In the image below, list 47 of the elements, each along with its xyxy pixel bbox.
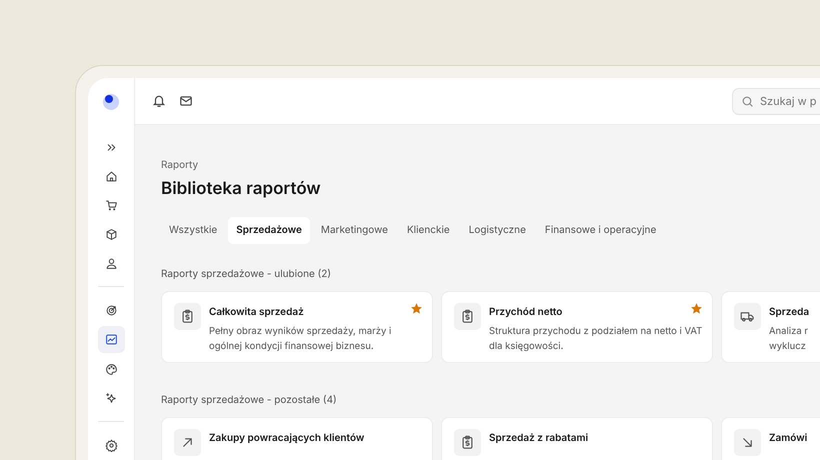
- tab[interactable]: Marketingowe: [312, 216, 396, 244]
- card-title: Sprzeda: [769, 304, 810, 320]
- card-title: Całkowita sprzedaż: [209, 304, 304, 320]
- box-icon: [104, 228, 118, 240]
- tab[interactable]: Klienckie: [398, 216, 458, 244]
- breadcrumb[interactable]: Raporty: [161, 158, 198, 173]
- card-description: wyklucz: [769, 340, 807, 354]
- search-input[interactable]: Szukaj w p: [760, 93, 820, 110]
- palette-icon: [104, 362, 118, 376]
- page-title: Biblioteka raportów: [161, 178, 321, 201]
- section-heading: Raporty sprzedażowe - ulubione (2): [161, 266, 332, 282]
- mail-icon[interactable]: [179, 94, 193, 108]
- cart-icon: [104, 198, 118, 212]
- report-card[interactable]: Przychód netto Struktura przychodu z podziałem na netto i VAT dla księgowości.: [441, 290, 713, 362]
- section-heading: Raporty sprzedażowe - pozostałe (4): [161, 392, 337, 408]
- report-card[interactable]: Całkowita sprzedaż Pełny obraz wyników sprzedaży, marży i ogólnej kondycji finansowej biznesu.: [161, 290, 433, 362]
- chart-icon: [104, 333, 118, 346]
- sidebar-item[interactable]: [98, 326, 124, 353]
- logo-icon: [102, 92, 120, 110]
- card-title: Przychód netto: [489, 304, 562, 320]
- home-icon: [104, 170, 118, 182]
- report-card[interactable]: Sprzedaż z rabatami: [441, 416, 713, 460]
- tab[interactable]: Wszystkie: [161, 216, 226, 244]
- report-card[interactable]: Sprzeda Analiza r wyklucz: [721, 290, 820, 362]
- bell-icon[interactable]: [152, 94, 166, 108]
- dollar-clipboard-icon: [180, 308, 195, 324]
- settings-icon: [104, 438, 118, 452]
- card-title: Zakupy powracających klientów: [209, 430, 364, 446]
- search-field[interactable]: Szukaj w p: [732, 88, 820, 115]
- card-description: Struktura przychodu z podziałem na netto i VAT dla księgowości.: [489, 324, 704, 354]
- dollar-clipboard-icon: [460, 308, 475, 324]
- star-icon[interactable]: [410, 302, 423, 314]
- card-description: Pełny obraz wyników sprzedaży, marży i ogólnej kondycji finansowej biznesu.: [209, 324, 392, 354]
- tab[interactable]: Finansowe i operacyjne: [536, 216, 664, 244]
- sparkles-icon: [104, 392, 118, 404]
- dollar-clipboard-icon: [460, 434, 475, 450]
- tab[interactable]: Sprzedażowe: [228, 216, 310, 244]
- card-title: Sprzedaż z rabatami: [489, 430, 588, 446]
- report-card[interactable]: Zamówi: [721, 416, 820, 460]
- target-icon: [104, 304, 118, 316]
- search-icon: [741, 95, 754, 108]
- card-title: Zamówi: [769, 430, 808, 446]
- star-icon[interactable]: [690, 302, 703, 314]
- user-icon: [104, 256, 118, 270]
- report-card[interactable]: Zakupy powracających klientów: [161, 416, 433, 460]
- card-description: Analiza r: [769, 324, 809, 338]
- tab[interactable]: Logistyczne: [460, 216, 534, 244]
